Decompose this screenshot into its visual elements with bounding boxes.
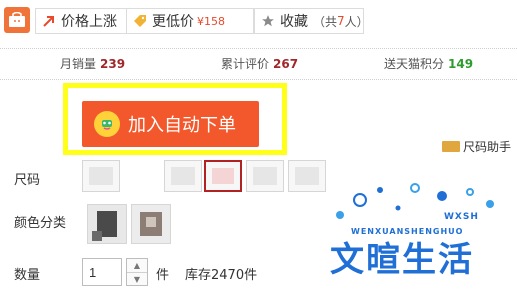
price-tag-icon [133,14,147,28]
favorite-count-prefix: （共 [313,14,338,29]
size-guide-label: 尺码助手 [463,140,512,154]
size-option-text [212,168,234,184]
total-reviews[interactable]: 累计评价 267 [221,55,298,72]
color-swatch[interactable] [131,204,171,244]
stat-label: 累计评价 [221,57,270,71]
quantity-label: 数量 [14,268,41,283]
tmall-bag-icon[interactable] [4,7,30,33]
stat-value: 149 [448,57,474,71]
stat-label: 月销量 [60,57,97,71]
monthly-sales: 月销量 239 [60,55,125,72]
lower-price-count: ¥158 [197,14,225,28]
add-auto-order-button[interactable]: 加入自动下单 [82,101,259,147]
favorite-count-suffix: 人） [344,14,369,29]
lower-price-button[interactable]: 更低价 ¥158 [126,8,254,34]
stat-value: 239 [100,57,126,71]
lower-price-label: 更低价 [152,14,194,30]
color-label: 颜色分类 [14,216,67,231]
watermark-title: 文暄生活 [330,240,474,280]
size-option[interactable] [246,160,284,192]
size-option-text [295,167,319,185]
size-guide-link[interactable]: 尺码助手 [442,138,511,155]
size-option-text [89,167,113,185]
ruler-icon [442,141,460,152]
star-icon [261,14,275,28]
watermark-mark: WXSH [444,212,479,222]
quantity-stepper[interactable]: ▲ ▼ [126,258,148,286]
swatch-image [88,205,126,243]
quantity-input[interactable] [82,258,122,286]
favorite-label: 收藏 [280,14,308,30]
stock-count: 库存2470件 [185,268,258,283]
size-option-text [171,167,195,185]
size-option-selected[interactable] [204,160,242,192]
size-option[interactable] [82,160,120,192]
decrement-arrow-icon[interactable]: ▼ [127,272,147,286]
price-alert-button[interactable]: 价格上涨 [35,8,127,34]
price-alert-label: 价格上涨 [61,14,117,30]
increment-arrow-icon[interactable]: ▲ [127,259,147,272]
quantity-unit: 件 [156,268,170,283]
color-swatch[interactable] [87,204,127,244]
favorite-count: 7 [337,14,345,28]
tmall-points: 送天猫积分 149 [384,55,473,72]
size-label: 尺码 [14,173,41,188]
smiley-icon [94,111,120,137]
stat-value: 267 [273,57,299,71]
stat-label: 送天猫积分 [384,57,445,71]
size-option[interactable] [164,160,202,192]
size-option-text [253,167,277,185]
cta-label: 加入自动下单 [128,115,236,136]
swatch-image [132,205,170,243]
favorite-button[interactable]: 收藏 （共 7 人） [254,8,369,34]
arrow-up-right-icon [42,14,56,28]
